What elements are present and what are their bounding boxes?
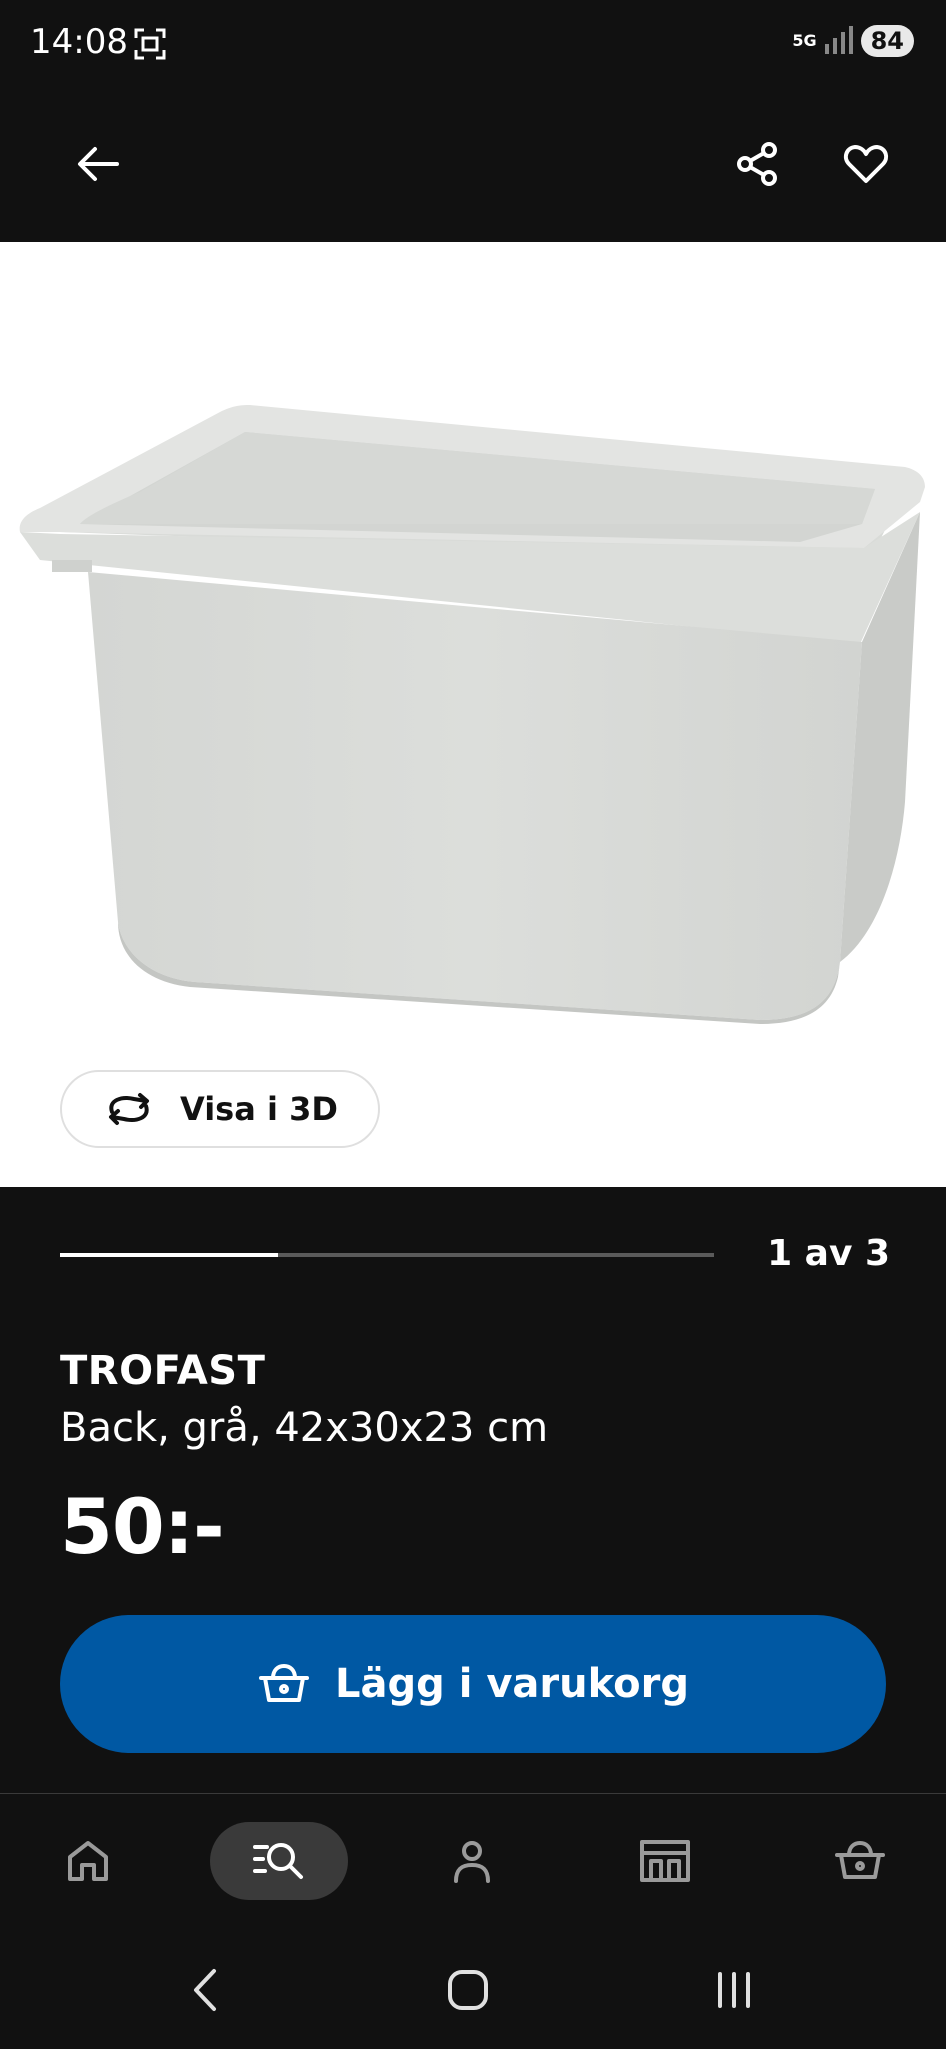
heart-icon [843,145,889,183]
view-in-3d-button[interactable]: Visa i 3D [60,1070,380,1148]
bottom-navigation [0,1793,946,1929]
basket-icon [257,1662,311,1706]
product-image [19,405,925,1024]
signal-icon [823,24,855,58]
chevron-left-icon [194,1969,216,2011]
gallery-progress: 1 av 3 [60,1233,890,1295]
gallery-counter: 1 av 3 [767,1233,890,1274]
gallery-progress-fill [60,1253,278,1257]
nav-profile[interactable] [432,1822,512,1900]
status-time: 14:08 [30,22,128,62]
network-5g-icon: 5G [792,31,817,50]
add-to-cart-button[interactable]: Lägg i varukorg [60,1615,886,1753]
arrow-left-icon [78,147,119,181]
battery-indicator: 84 [860,25,914,57]
share-button[interactable] [718,124,798,204]
status-bar: 14:08 5G 84 [0,0,946,90]
gallery-progress-track [60,1253,714,1257]
screenshot-icon [132,26,168,66]
share-icon [737,142,777,186]
top-app-bar [0,90,946,242]
product-description: Back, grå, 42x30x23 cm [60,1405,549,1451]
system-home-button[interactable] [433,1960,503,2020]
recents-icon [718,1972,750,2008]
status-indicators: 5G 84 [792,24,914,58]
nav-home[interactable] [48,1822,128,1900]
back-button[interactable] [58,124,138,204]
system-back-button[interactable] [170,1960,240,2020]
store-icon [640,1840,690,1882]
search-list-icon [253,1843,303,1879]
favorite-button[interactable] [826,124,906,204]
nav-store[interactable] [625,1822,705,1900]
product-name: TROFAST [60,1348,266,1394]
basket-icon [835,1841,885,1879]
system-recents-button[interactable] [699,1960,769,2020]
product-image-gallery[interactable]: Visa i 3D [0,242,946,1187]
person-icon [454,1841,490,1883]
view-in-3d-label: Visa i 3D [180,1090,338,1128]
home-square-icon [448,1970,488,2010]
system-navigation-bar [0,1930,946,2049]
nav-cart[interactable] [820,1822,900,1900]
nav-search[interactable] [210,1822,348,1900]
rotate-icon [104,1092,154,1126]
product-price: 50:- [60,1482,225,1571]
home-icon [68,1841,108,1881]
add-to-cart-label: Lägg i varukorg [335,1661,689,1707]
